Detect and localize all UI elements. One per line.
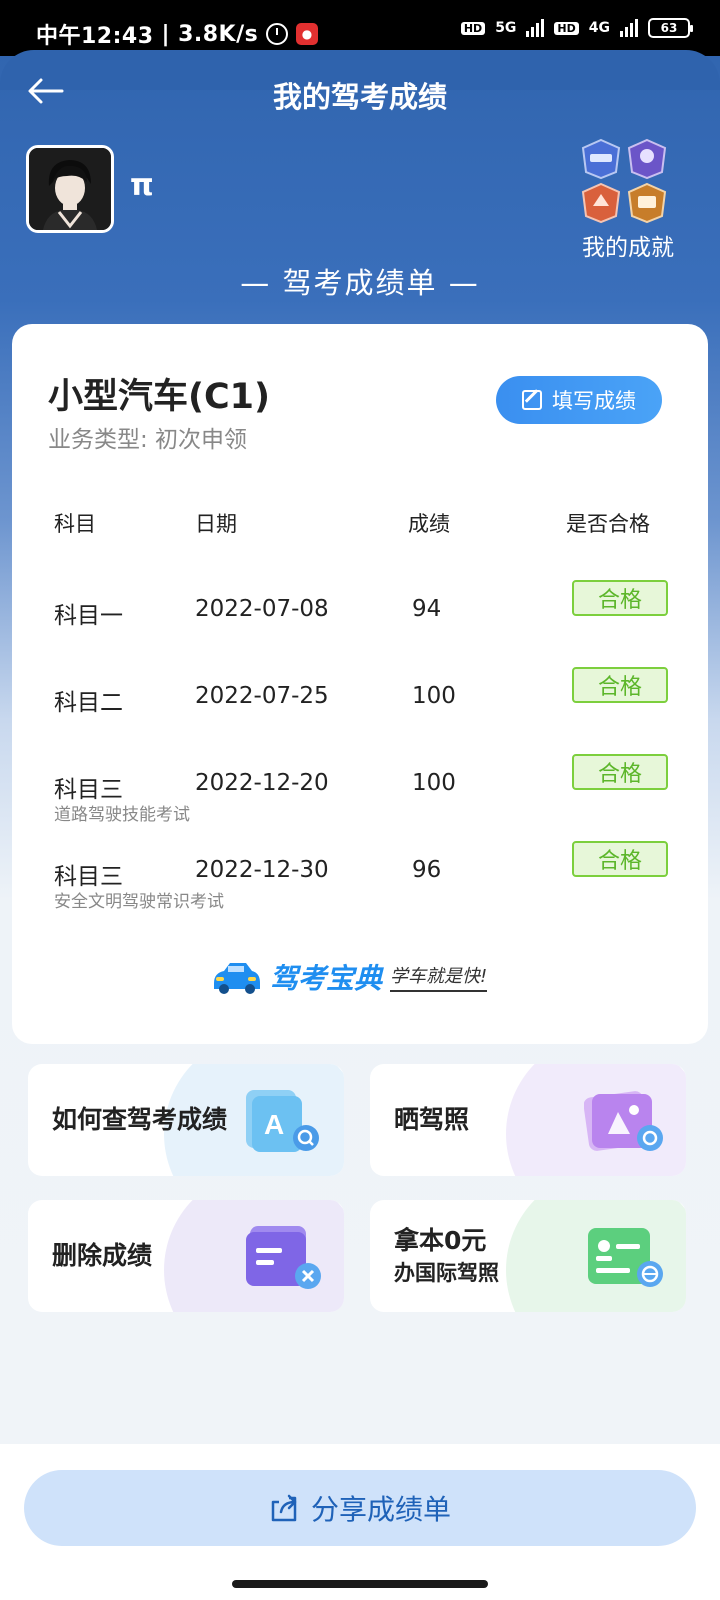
achievement-badges[interactable] bbox=[580, 138, 674, 226]
row-subject: 科目三 bbox=[54, 777, 123, 803]
row-subject: 科目一 bbox=[54, 603, 123, 629]
tile-label: 晒驾照 bbox=[394, 1105, 470, 1134]
badge-icon bbox=[627, 138, 667, 180]
row-score: 96 bbox=[412, 857, 442, 883]
hd-badge: HD bbox=[460, 21, 486, 35]
tile-sublabel: 办国际驾照 bbox=[394, 1261, 499, 1285]
edit-icon bbox=[522, 390, 542, 410]
share-label: 分享成绩单 bbox=[310, 1493, 451, 1526]
row-subject: 科目二 bbox=[54, 690, 123, 716]
table-row: 科目二 2022-07-25 100 合格 bbox=[12, 667, 708, 763]
home-indicator[interactable] bbox=[232, 1580, 488, 1588]
status-time: 中午12:43 bbox=[36, 24, 154, 49]
brand-name: 驾考宝典 bbox=[270, 962, 383, 995]
signal-icon bbox=[526, 19, 545, 37]
badge-icon bbox=[627, 182, 667, 224]
pass-badge: 合格 bbox=[572, 754, 668, 790]
svg-text:A: A bbox=[264, 1109, 284, 1140]
row-score: 100 bbox=[412, 683, 456, 709]
license-type: 小型汽车(C1) bbox=[48, 377, 271, 417]
username: π bbox=[130, 168, 154, 203]
tile-delete-score[interactable]: 删除成绩 bbox=[28, 1200, 344, 1312]
tile-intl-license[interactable]: 拿本0元 办国际驾照 bbox=[370, 1200, 686, 1312]
battery-icon: 63 bbox=[648, 18, 693, 38]
column-header-subject: 科目 bbox=[54, 512, 96, 536]
table-row: 科目一 2022-07-08 94 合格 bbox=[12, 580, 708, 676]
tile-label: 如何查驾考成绩 bbox=[52, 1105, 228, 1134]
header: 我的驾考成绩 bbox=[0, 60, 720, 130]
row-date: 2022-12-20 bbox=[195, 770, 329, 796]
row-score: 100 bbox=[412, 770, 456, 796]
signal-icon-2 bbox=[620, 19, 638, 37]
sheet-title: — 驾考成绩单 — bbox=[240, 266, 480, 300]
tile-how-to-check-score[interactable]: 如何查驾考成绩 A bbox=[28, 1064, 344, 1176]
column-header-score: 成绩 bbox=[408, 512, 450, 536]
table-row: 科目三 安全文明驾驶常识考试 2022-12-30 96 合格 bbox=[12, 841, 708, 937]
page-title: 我的驾考成绩 bbox=[272, 80, 447, 114]
status-left: 中午12:43 | 3.8K/s ● bbox=[36, 18, 319, 50]
badge-icon bbox=[581, 182, 621, 224]
column-header-date: 日期 bbox=[195, 512, 237, 536]
column-header-pass: 是否合格 bbox=[566, 512, 650, 536]
intl-license-icon bbox=[588, 1228, 663, 1287]
tile-label: 删除成绩 bbox=[52, 1241, 153, 1270]
business-type: 业务类型: 初次申领 bbox=[48, 427, 248, 453]
avatar[interactable] bbox=[26, 145, 114, 233]
pass-badge: 合格 bbox=[572, 841, 668, 877]
car-logo-icon bbox=[214, 963, 260, 994]
fill-score-label: 填写成绩 bbox=[552, 389, 636, 413]
network-speed: 3.8K/s bbox=[178, 21, 259, 47]
row-date: 2022-12-30 bbox=[195, 857, 329, 883]
achievements-label[interactable]: 我的成就 bbox=[582, 228, 674, 262]
row-subtitle: 安全文明驾驶常识考试 bbox=[54, 892, 224, 912]
network-5g: 5G bbox=[495, 20, 517, 36]
hd-badge-2: HD bbox=[554, 21, 579, 35]
row-score: 94 bbox=[412, 596, 442, 622]
badge-icon bbox=[581, 138, 621, 180]
table-row: 科目三 道路驾驶技能考试 2022-12-20 100 合格 bbox=[12, 754, 708, 850]
search-doc-icon: A bbox=[246, 1090, 319, 1152]
row-subject: 科目三 bbox=[54, 864, 123, 890]
row-date: 2022-07-25 bbox=[195, 683, 329, 709]
tile-label: 拿本0元 bbox=[394, 1226, 487, 1255]
score-card: 小型汽车(C1) 业务类型: 初次申领 填写成绩 科目 日期 成绩 是否合格 科… bbox=[12, 324, 708, 1044]
status-right: HD 5G HD 4G 63 bbox=[460, 18, 693, 38]
alarm-icon bbox=[266, 23, 289, 45]
brand-logo: 驾考宝典 学车就是快! bbox=[210, 952, 510, 1002]
pass-badge: 合格 bbox=[572, 667, 668, 703]
share-icon bbox=[271, 1494, 297, 1522]
tile-show-license[interactable]: 晒驾照 bbox=[370, 1064, 686, 1176]
status-bar: 中午12:43 | 3.8K/s ● HD 5G HD 4G 63 bbox=[0, 0, 720, 56]
brand-slogan: 学车就是快! bbox=[390, 962, 488, 992]
photo-icon bbox=[584, 1091, 663, 1151]
fill-score-button[interactable]: 填写成绩 bbox=[496, 376, 662, 424]
pass-badge: 合格 bbox=[572, 580, 668, 616]
row-subtitle: 道路驾驶技能考试 bbox=[54, 805, 190, 825]
delete-doc-icon bbox=[246, 1226, 321, 1289]
network-4g: 4G bbox=[588, 20, 610, 36]
music-app-icon: ● bbox=[296, 23, 319, 45]
row-date: 2022-07-08 bbox=[195, 596, 329, 622]
share-button[interactable]: 分享成绩单 bbox=[24, 1470, 696, 1546]
